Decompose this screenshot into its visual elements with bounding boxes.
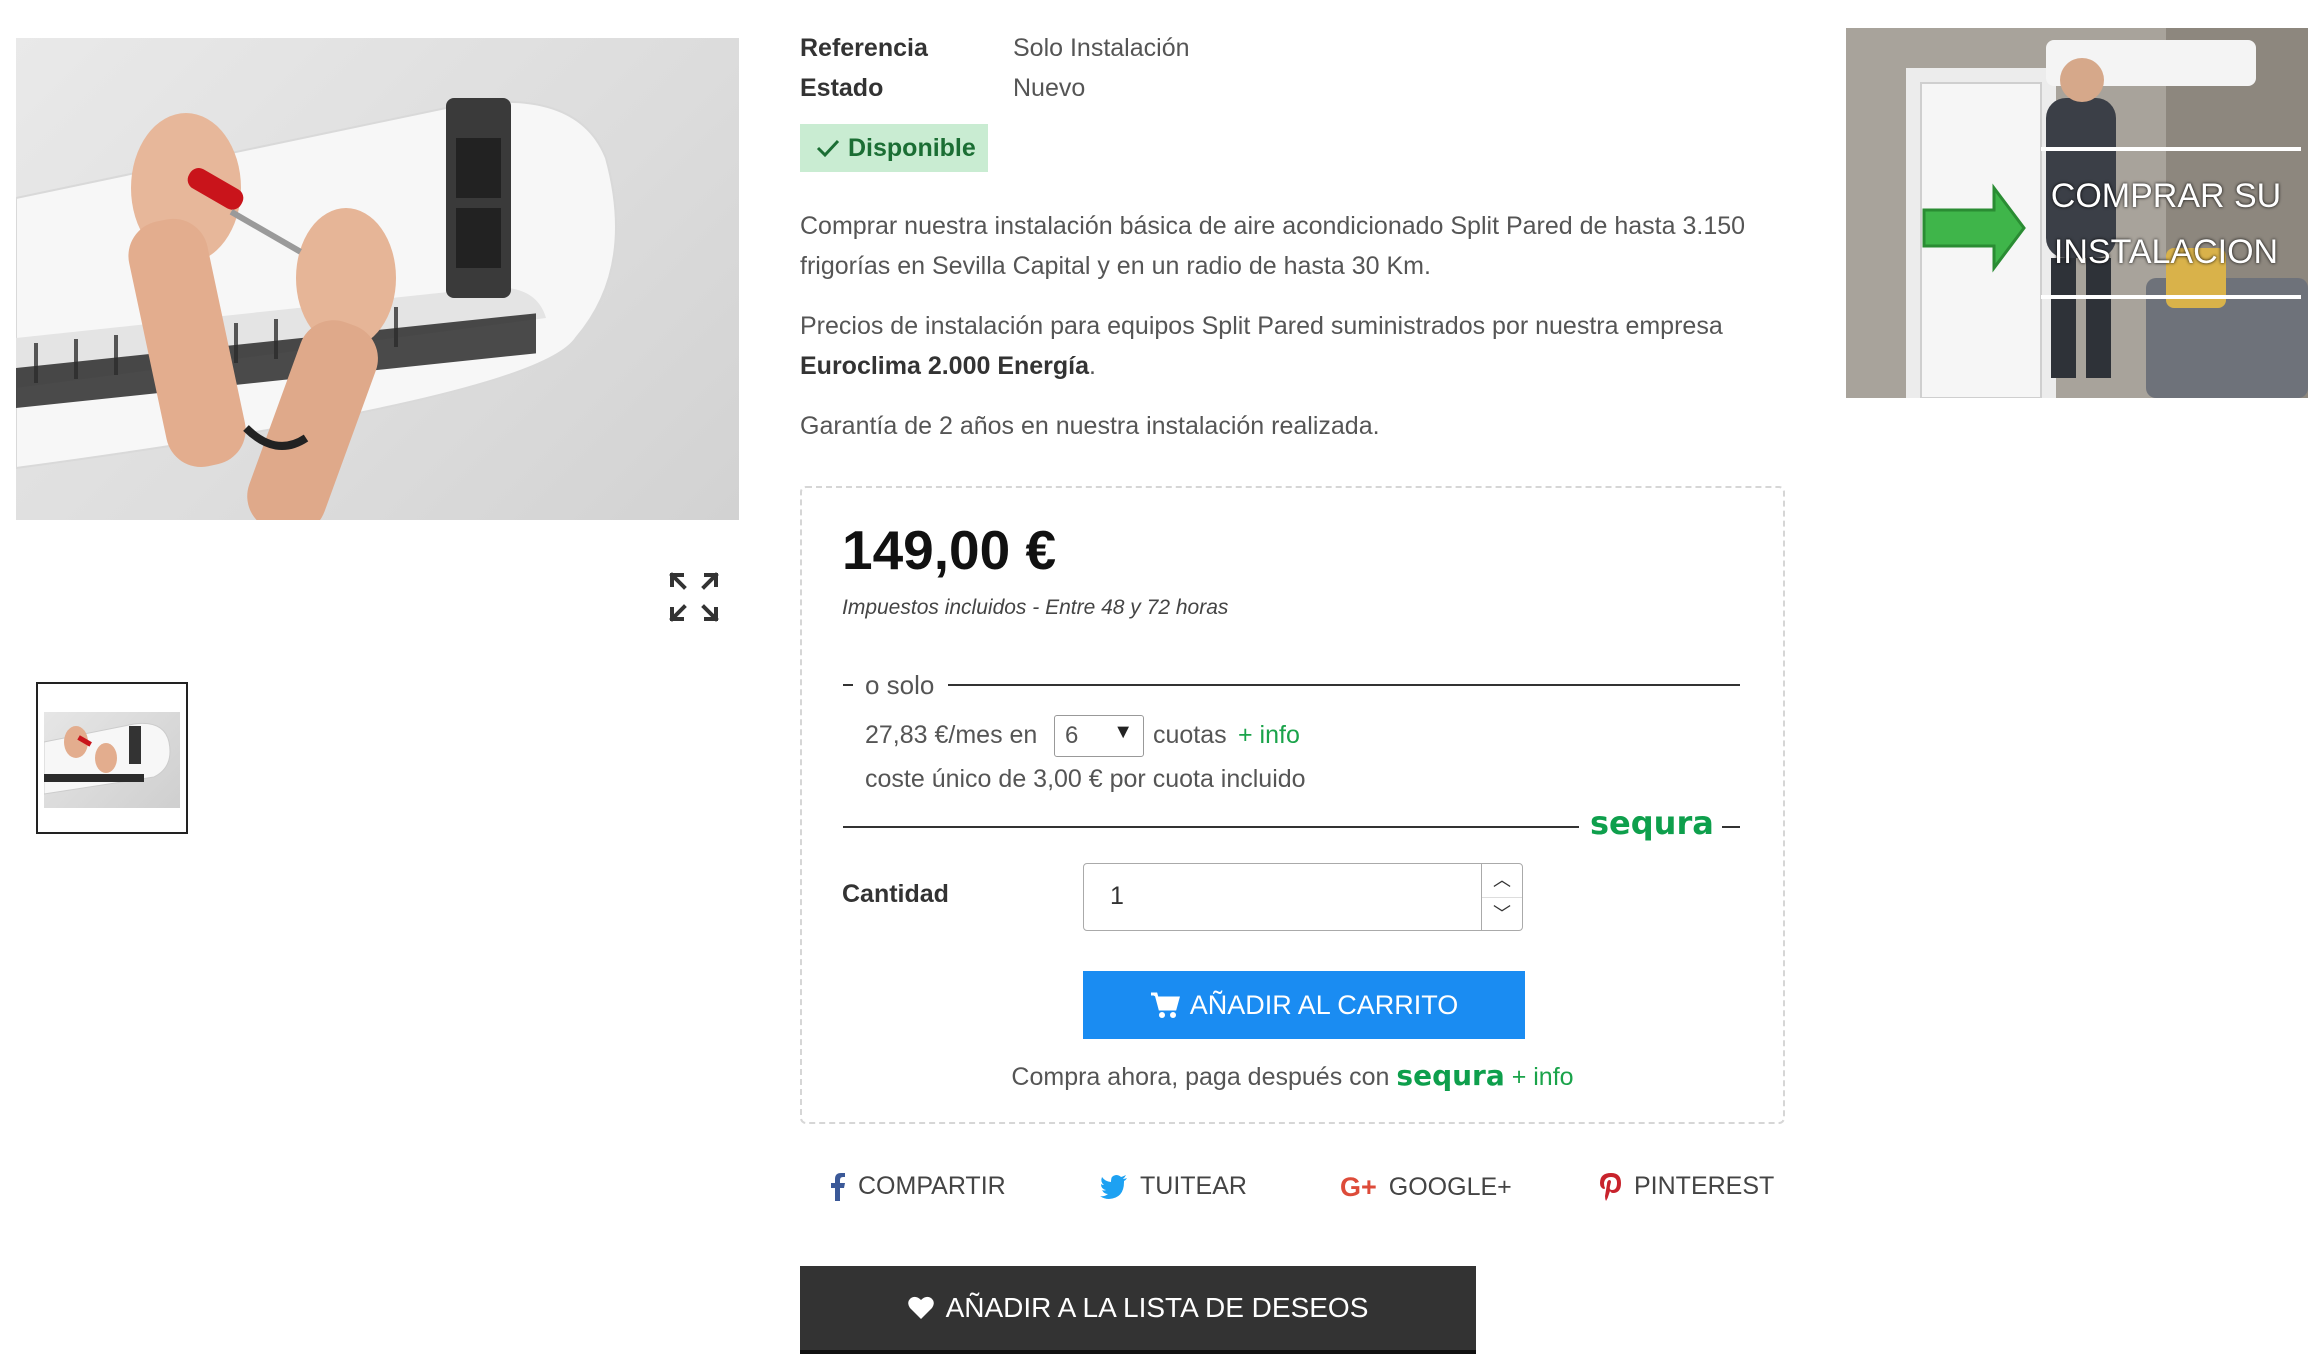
availability-badge: Disponible bbox=[800, 124, 988, 172]
product-main-image[interactable] bbox=[16, 38, 739, 520]
promo-buy-installation-banner[interactable]: COMPRAR SU INSTALACION bbox=[1846, 28, 2308, 398]
dropdown-arrow-icon: ▼ bbox=[1113, 721, 1133, 743]
sequra-divider-right bbox=[1722, 826, 1740, 828]
chevron-up-icon[interactable]: ︿ bbox=[1482, 864, 1522, 898]
osolo-divider-left bbox=[843, 684, 853, 686]
share-facebook-button[interactable]: COMPARTIR bbox=[830, 1172, 1006, 1201]
reference-label: Referencia bbox=[800, 34, 928, 62]
state-label: Estado bbox=[800, 74, 884, 102]
quantity-stepper[interactable]: 1 ︿ ﹀ bbox=[1083, 863, 1523, 931]
add-to-wishlist-button[interactable]: AÑADIR A LA LISTA DE DESEOS bbox=[800, 1266, 1476, 1354]
sequra-logo: sequra bbox=[1590, 804, 1714, 842]
chevron-down-icon[interactable]: ﹀ bbox=[1482, 898, 1522, 931]
tax-note: Impuestos incluidos - Entre 48 y 72 hora… bbox=[842, 596, 1229, 619]
osolo-divider-right bbox=[948, 684, 1740, 686]
google-plus-icon: G+ bbox=[1340, 1172, 1377, 1202]
description-2-suffix: . bbox=[1089, 352, 1096, 380]
heart-icon bbox=[907, 1296, 934, 1319]
product-price: 149,00 € bbox=[842, 519, 1057, 581]
availability-text: Disponible bbox=[848, 134, 976, 162]
description-paragraph-3: Garantía de 2 años en nuestra instalació… bbox=[800, 412, 1380, 440]
installments-select[interactable]: 6 ▼ bbox=[1054, 715, 1144, 757]
quantity-label: Cantidad bbox=[842, 880, 949, 908]
share-pinterest-button[interactable]: PINTEREST bbox=[1600, 1172, 1774, 1201]
promo-line-1: COMPRAR SU bbox=[2050, 177, 2282, 215]
share-google-button[interactable]: G+ GOOGLE+ bbox=[1340, 1172, 1512, 1203]
company-name: Euroclima 2.000 Energía bbox=[800, 352, 1090, 380]
description-2-text: Precios de instalación para equipos Spli… bbox=[800, 312, 1723, 340]
facebook-icon bbox=[831, 1172, 845, 1201]
air-conditioner-install-photo bbox=[16, 98, 617, 520]
product-thumbnail[interactable] bbox=[36, 682, 188, 834]
share-twitter-label: TUITEAR bbox=[1140, 1172, 1247, 1200]
share-facebook-label: COMPARTIR bbox=[858, 1172, 1006, 1200]
description-paragraph-1: Comprar nuestra instalación básica de ai… bbox=[800, 212, 1746, 280]
state-value: Nuevo bbox=[1013, 74, 1086, 102]
quantity-spinner: ︿ ﹀ bbox=[1481, 864, 1522, 930]
buy-now-pay-later: Compra ahora, paga después con sequra + … bbox=[800, 1059, 1785, 1092]
add-to-cart-label: AÑADIR AL CARRITO bbox=[1189, 989, 1459, 1020]
share-twitter-button[interactable]: TUITEAR bbox=[1100, 1172, 1247, 1201]
buy-now-text: Compra ahora, paga después con bbox=[1011, 1063, 1390, 1091]
fee-note: coste único de 3,00 € por cuota incluido bbox=[865, 765, 1306, 793]
promo-text: COMPRAR SU INSTALACION bbox=[2046, 168, 2286, 280]
fullscreen-expand-icon[interactable] bbox=[668, 571, 720, 623]
add-to-wishlist-label: AÑADIR A LA LISTA DE DESEOS bbox=[945, 1292, 1369, 1323]
sequra-divider-left bbox=[843, 826, 1579, 828]
thumbnail-image bbox=[44, 712, 180, 808]
sequra-inline-logo: sequra bbox=[1396, 1059, 1505, 1092]
o-solo-label: o solo bbox=[865, 670, 935, 700]
cuotas-label: cuotas bbox=[1153, 721, 1227, 749]
add-to-cart-button[interactable]: AÑADIR AL CARRITO bbox=[1083, 971, 1525, 1039]
share-google-label: GOOGLE+ bbox=[1388, 1173, 1512, 1201]
twitter-icon bbox=[1100, 1174, 1127, 1199]
reference-value: Solo Instalación bbox=[1013, 34, 1190, 62]
description-paragraph-2: Precios de instalación para equipos Spli… bbox=[800, 306, 1790, 386]
installments-more-info-link[interactable]: + info bbox=[1238, 721, 1300, 750]
share-pinterest-label: PINTEREST bbox=[1634, 1172, 1775, 1200]
check-icon bbox=[816, 139, 840, 158]
quantity-input[interactable]: 1 bbox=[1110, 882, 1124, 911]
pinterest-icon bbox=[1600, 1172, 1621, 1201]
installment-amount: 27,83 €/mes en bbox=[865, 721, 1038, 749]
promo-line-2: INSTALACION bbox=[2053, 233, 2279, 271]
buy-now-more-info-link[interactable]: + info bbox=[1512, 1063, 1574, 1091]
installments-value: 6 bbox=[1065, 722, 1079, 749]
cart-icon bbox=[1150, 992, 1180, 1018]
